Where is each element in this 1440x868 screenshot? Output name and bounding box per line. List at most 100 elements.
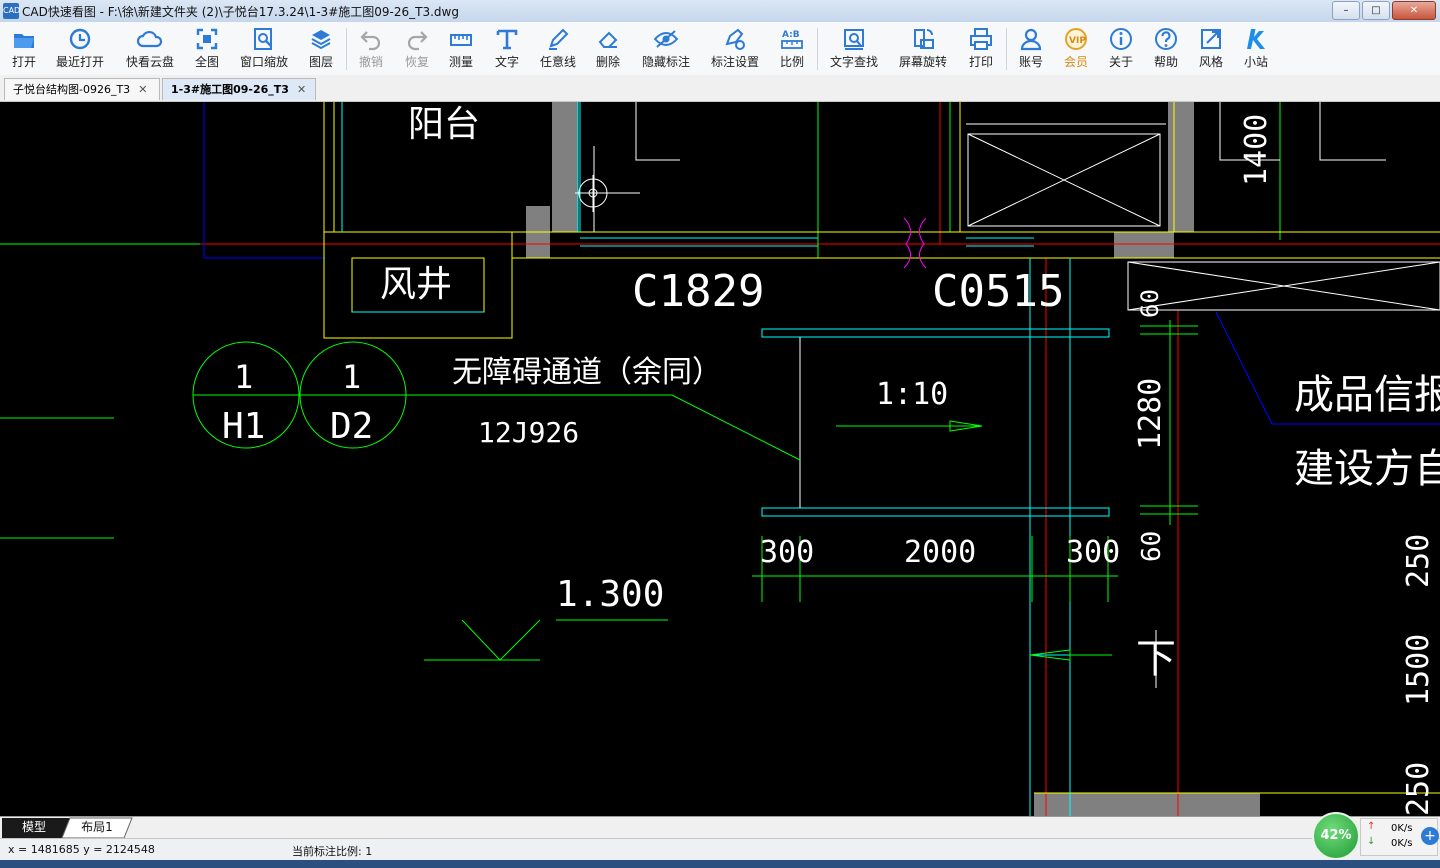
detail-sheet-d2: D2 — [330, 406, 373, 447]
fit-all-button[interactable]: 全图 — [190, 26, 224, 72]
title-bar: CAD CAD快速看图 - F:\徐\新建文件夹 (2)\子悦台17.3.24\… — [0, 0, 1440, 23]
minimize-button[interactable]: – — [1332, 1, 1360, 20]
scale-label: 比例 — [779, 55, 804, 69]
tab-model[interactable]: 模型 — [4, 817, 64, 837]
tab-structural-drawing[interactable]: 子悦台结构图-0926_T3 ✕ — [4, 78, 160, 100]
toolbar-separator — [346, 28, 347, 70]
close-button[interactable]: ✕ — [1392, 1, 1436, 20]
clock-history-icon — [69, 28, 91, 50]
redo-label: 恢复 — [404, 55, 429, 69]
equipment-cross — [967, 133, 1161, 227]
style-label: 风格 — [1198, 55, 1223, 69]
vip-button[interactable]: VIP 会员 — [1059, 26, 1093, 72]
about-button[interactable]: 关于 — [1104, 26, 1138, 72]
wall-line — [1029, 258, 1071, 816]
help-button[interactable]: 帮助 — [1149, 26, 1183, 72]
zoom-window-button[interactable]: 窗口缩放 — [236, 26, 292, 72]
status-bar: x = 1481685 y = 2124548 当前标注比例: 1 — [0, 838, 1440, 861]
text-button[interactable]: 文字 — [490, 26, 524, 72]
ramp-edge — [761, 507, 1110, 517]
hide-annotation-button[interactable]: 隐藏标注 — [638, 26, 694, 72]
add-icon[interactable]: + — [1421, 827, 1439, 845]
site-button[interactable]: 小站 — [1239, 26, 1273, 72]
annotation-settings-button[interactable]: 标注设置 — [707, 26, 763, 72]
text-label: 文字 — [494, 55, 519, 69]
close-tab-icon[interactable]: ✕ — [297, 83, 306, 96]
svg-text:VIP: VIP — [1069, 36, 1086, 46]
elevation-marker — [424, 619, 668, 661]
annotation-scale-status: 当前标注比例: 1 — [292, 845, 373, 858]
account-button[interactable]: 账号 — [1014, 26, 1048, 72]
dim-60-bottom: 60 — [1137, 531, 1167, 562]
drain-symbol — [575, 146, 640, 232]
upload-speed: 0K/s — [1391, 823, 1413, 834]
os-taskbar — [0, 860, 1440, 868]
layers-label: 图层 — [308, 55, 333, 69]
tab-layout1[interactable]: 布局1 — [66, 817, 128, 837]
wall-line — [959, 102, 1175, 232]
style-button[interactable]: 风格 — [1194, 26, 1228, 72]
cad-drawing: 阳台 风井 C1829 C0515 无障碍通道（余同） 12J926 1:10 … — [0, 102, 1440, 816]
freehand-line-button[interactable]: 任意线 — [536, 26, 580, 72]
text-search-button[interactable]: 文字查找 — [826, 26, 882, 72]
open-button[interactable]: 打开 — [6, 26, 42, 72]
close-tab-icon[interactable]: ✕ — [138, 83, 147, 96]
cpu-usage-badge[interactable]: 42% — [1312, 812, 1360, 860]
undo-icon — [360, 31, 381, 51]
measure-button[interactable]: 测量 — [444, 26, 478, 72]
text-search-label: 文字查找 — [829, 55, 878, 69]
recent-label: 最近打开 — [55, 55, 104, 69]
user-icon — [1020, 28, 1042, 51]
dim-2000: 2000 — [904, 535, 976, 570]
wall-line — [512, 231, 1440, 259]
wall-hatch — [1168, 102, 1194, 232]
dim-300-right: 300 — [1066, 535, 1120, 570]
stair-down-label: 下 — [1136, 636, 1176, 682]
eraser-icon — [598, 31, 618, 48]
dim-1280: 1280 — [1133, 378, 1168, 450]
dim-1400: 1400 — [1239, 114, 1274, 186]
hide-annotation-label: 隐藏标注 — [641, 55, 690, 69]
dim-250-bottom: 250 — [1401, 762, 1436, 816]
text-icon — [496, 29, 518, 50]
upload-arrow-icon: ↑ — [1367, 821, 1376, 832]
scale-button[interactable]: A:B 比例 — [775, 26, 809, 72]
detail-number-h1: 1 — [234, 358, 253, 396]
blue-line — [203, 102, 326, 259]
tab-construction-drawing[interactable]: 1-3#施工图09-26_T3 ✕ — [162, 78, 316, 100]
redo-button[interactable]: 恢复 — [400, 26, 434, 72]
layers-button[interactable]: 图层 — [304, 26, 338, 72]
delete-label: 删除 — [595, 55, 620, 69]
cloud-label: 快看云盘 — [125, 55, 174, 69]
measure-label: 测量 — [448, 55, 473, 69]
undo-button[interactable]: 撤销 — [354, 26, 388, 72]
redo-icon — [407, 31, 428, 51]
freehand-line-label: 任意线 — [539, 55, 576, 69]
print-button[interactable]: 打印 — [964, 26, 998, 72]
dim-300-left: 300 — [760, 535, 814, 570]
style-icon — [1201, 29, 1221, 49]
site-label: 小站 — [1243, 55, 1268, 69]
grid-line — [0, 243, 200, 539]
undo-label: 撤销 — [358, 55, 383, 69]
room-label-balcony: 阳台 — [408, 104, 480, 145]
rotate-screen-button[interactable]: 屏幕旋转 — [895, 26, 951, 72]
folder-open-icon — [14, 34, 34, 48]
print-label: 打印 — [968, 55, 993, 69]
maximize-button[interactable]: □ — [1362, 1, 1390, 20]
recent-button[interactable]: 最近打开 — [52, 26, 108, 72]
cloud-button[interactable]: 快看云盘 — [122, 26, 178, 72]
fit-all-icon — [196, 28, 218, 50]
open-label: 打开 — [11, 55, 36, 69]
text-search-icon — [844, 29, 864, 50]
info-icon — [1110, 28, 1132, 50]
wall-line — [323, 102, 335, 232]
detail-number-d2: 1 — [342, 358, 361, 396]
grid-line — [817, 102, 1281, 258]
window-controls: – □ ✕ — [1332, 1, 1436, 20]
network-monitor-widget: 42% ↑ 0K/s ↓ 0K/s + — [1312, 812, 1440, 860]
drawing-canvas[interactable]: 阳台 风井 C1829 C0515 无障碍通道（余同） 12J926 1:10 … — [0, 102, 1440, 816]
note-line-1: 成品信报 — [1294, 372, 1440, 418]
delete-button[interactable]: 删除 — [591, 26, 625, 72]
break-symbol — [903, 217, 927, 269]
